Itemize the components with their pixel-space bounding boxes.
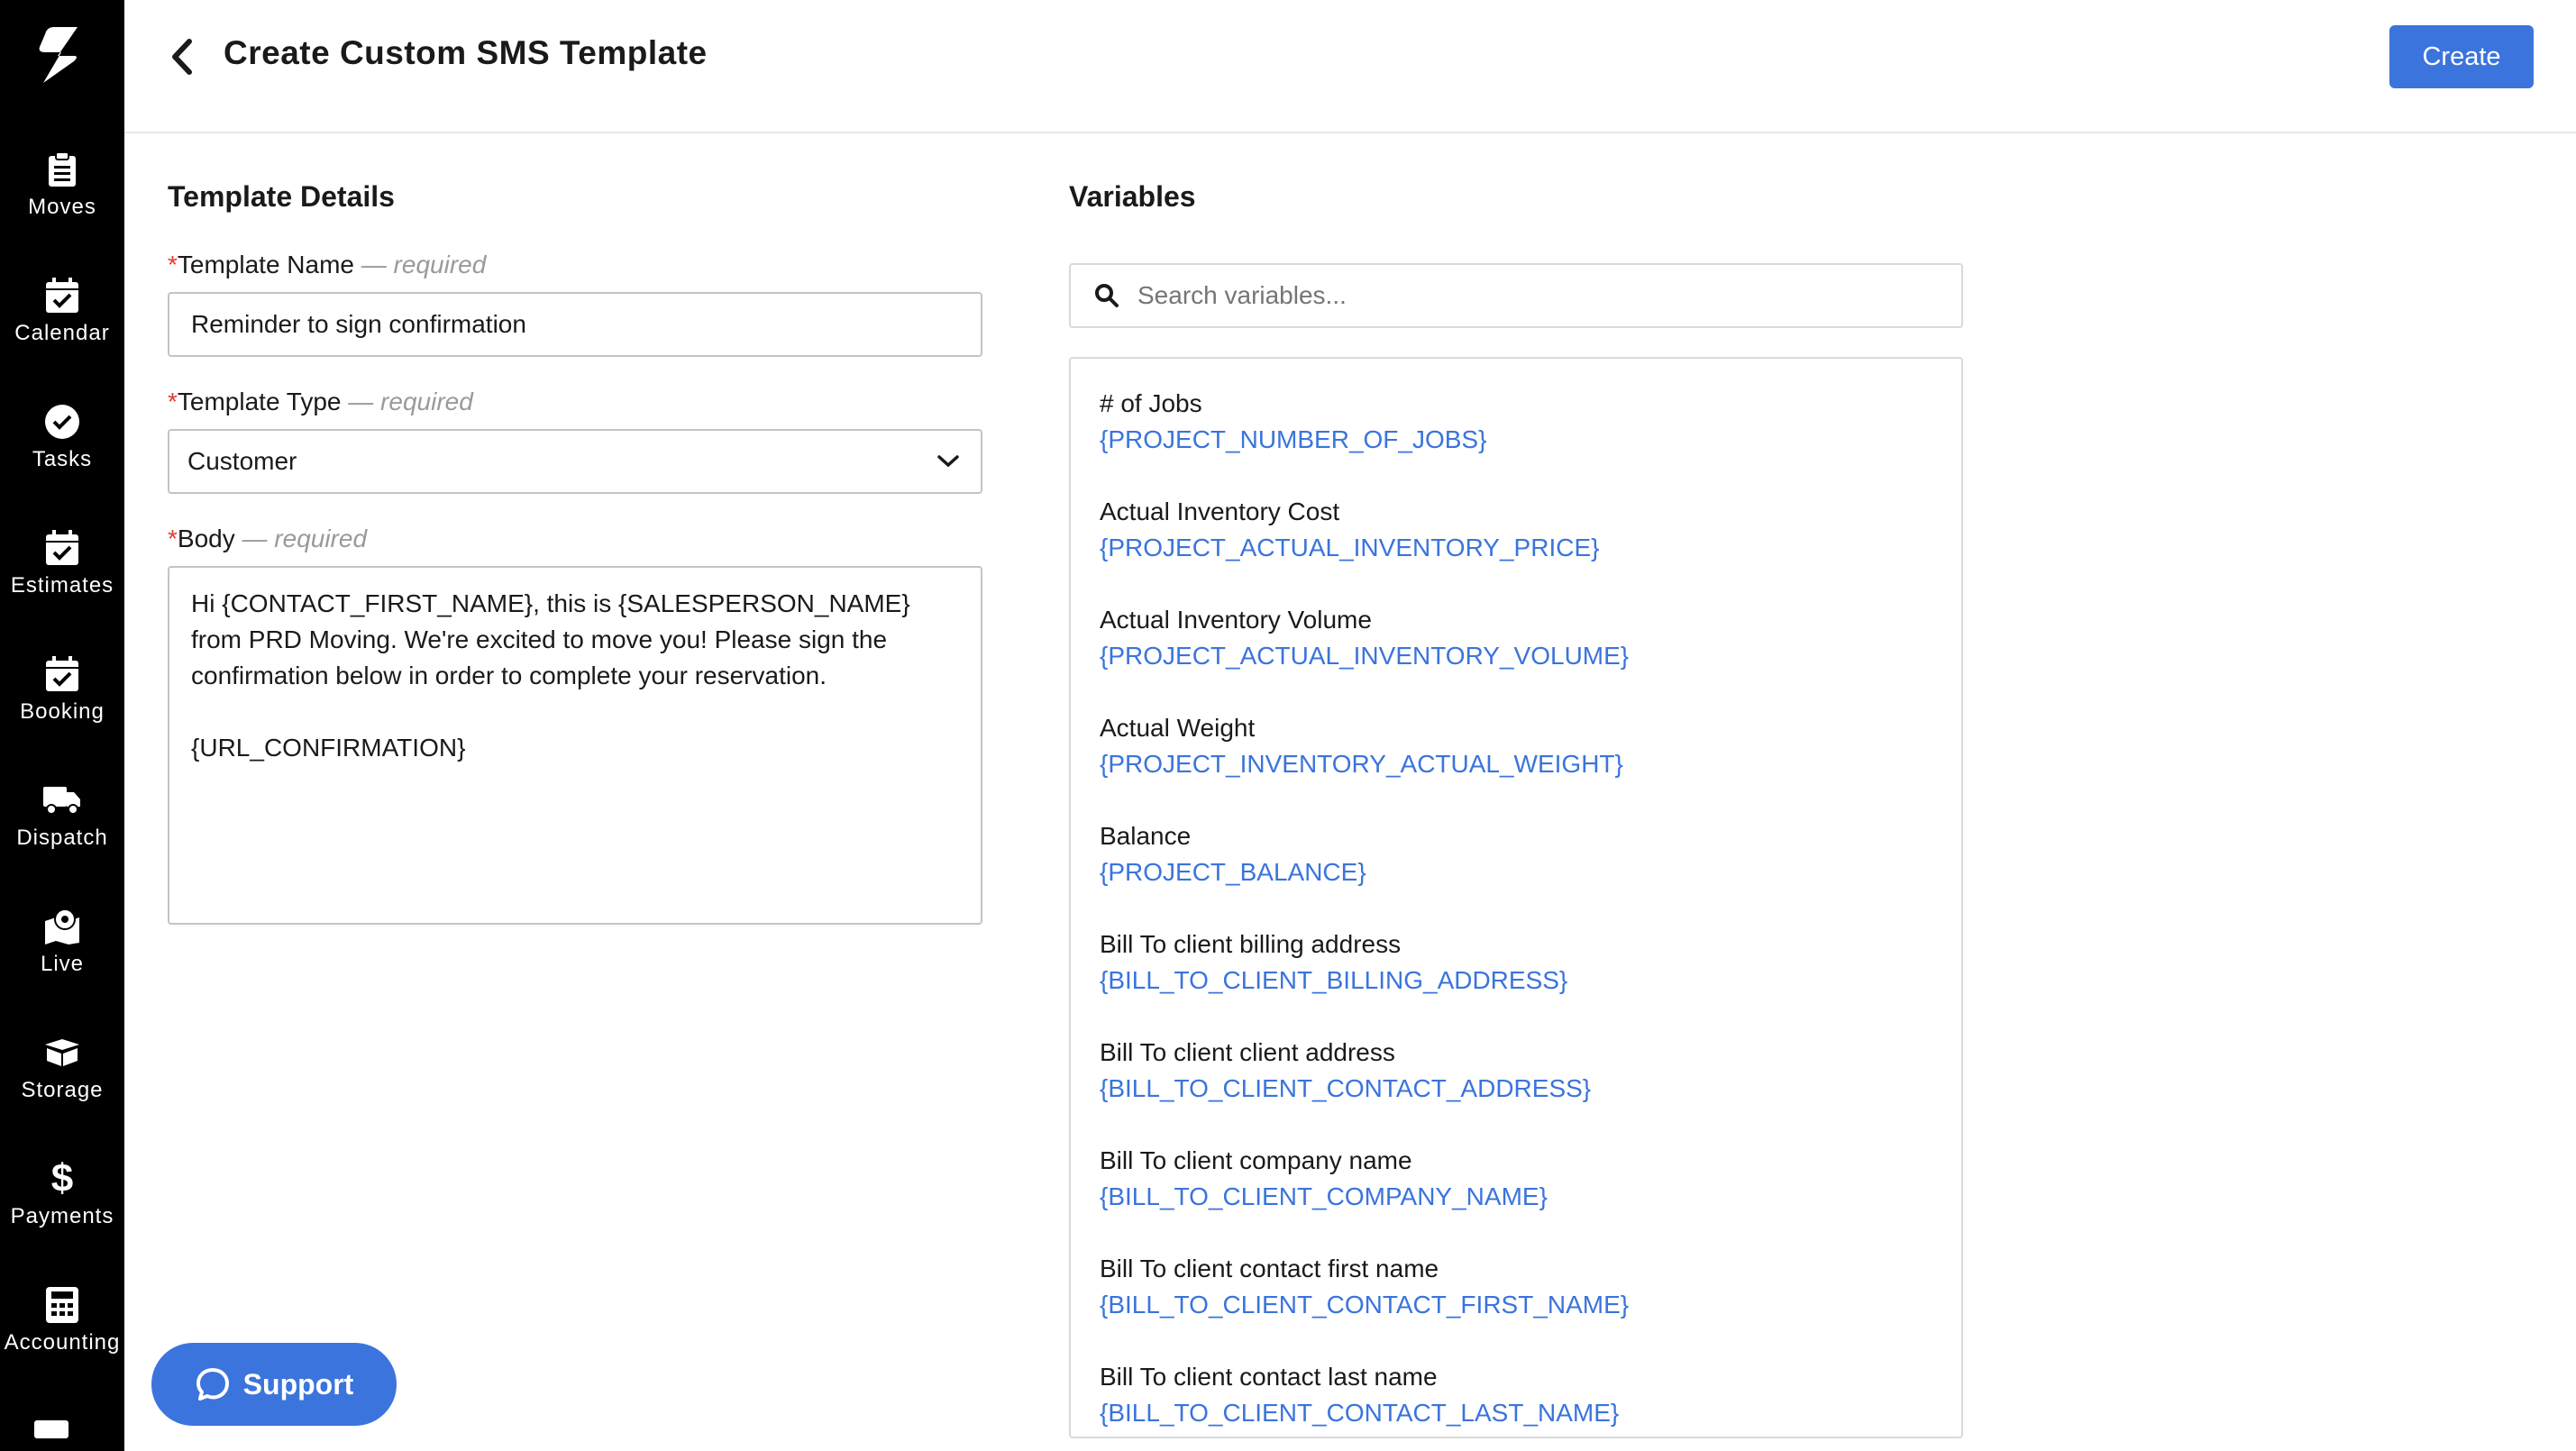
required-star: * xyxy=(168,388,178,415)
sidebar-more-icon[interactable] xyxy=(34,1420,69,1438)
variable-key-link[interactable]: {PROJECT_INVENTORY_ACTUAL_WEIGHT} xyxy=(1100,746,1623,782)
variable-name: Bill To client contact last name xyxy=(1100,1363,1438,1391)
variable-key-link[interactable]: {BILL_TO_CLIENT_COMPANY_NAME} xyxy=(1100,1179,1548,1215)
variable-key-link[interactable]: {PROJECT_NUMBER_OF_JOBS} xyxy=(1100,422,1486,458)
sidebar-item-moves[interactable]: Moves xyxy=(0,150,124,240)
variable-item[interactable]: Actual Inventory Cost {PROJECT_ACTUAL_IN… xyxy=(1100,494,1599,566)
required-star: * xyxy=(168,525,178,552)
sidebar-item-label: Moves xyxy=(28,195,96,219)
required-hint: — required xyxy=(348,388,473,415)
body-label: *Body — required xyxy=(168,525,367,553)
calendar-check-icon xyxy=(42,528,82,568)
calendar-check-icon xyxy=(42,654,82,694)
template-type-label-text: Template Type xyxy=(177,388,342,415)
required-hint: — required xyxy=(361,251,487,278)
sidebar-item-label: Payments xyxy=(10,1204,114,1228)
clipboard-icon xyxy=(42,150,82,189)
variable-key-link[interactable]: {PROJECT_ACTUAL_INVENTORY_PRICE} xyxy=(1100,530,1599,566)
sidebar-item-label: Dispatch xyxy=(16,826,108,850)
search-icon xyxy=(1095,284,1119,307)
body-value: Hi {CONTACT_FIRST_NAME}, this is {SALESP… xyxy=(191,589,910,762)
variable-item[interactable]: Bill To client company name {BILL_TO_CLI… xyxy=(1100,1143,1548,1215)
variable-item[interactable]: Balance {PROJECT_BALANCE} xyxy=(1100,818,1366,890)
variables-search-input[interactable] xyxy=(1137,281,1931,310)
page-title: Create Custom SMS Template xyxy=(224,34,708,71)
template-name-label: *Template Name — required xyxy=(168,251,486,279)
variable-name: Actual Inventory Volume xyxy=(1100,606,1372,634)
variable-name: Bill To client client address xyxy=(1100,1038,1395,1066)
variable-item[interactable]: Bill To client billing address {BILL_TO_… xyxy=(1100,926,1567,999)
calculator-icon xyxy=(42,1285,82,1325)
sidebar-item-label: Booking xyxy=(20,699,105,724)
truck-icon xyxy=(42,780,82,820)
variable-name: Bill To client contact first name xyxy=(1100,1255,1439,1282)
sidebar-item-label: Live xyxy=(40,952,85,976)
variable-key-link[interactable]: {PROJECT_ACTUAL_INVENTORY_VOLUME} xyxy=(1100,638,1629,674)
sidebar-item-label: Estimates xyxy=(10,573,114,598)
sidebar-item-label: Storage xyxy=(21,1078,104,1102)
variables-list: # of Jobs {PROJECT_NUMBER_OF_JOBS} Actua… xyxy=(1069,357,1963,1438)
dollar-icon: $ xyxy=(50,1156,74,1200)
body-label-text: Body xyxy=(177,525,235,552)
sidebar-item-accounting[interactable]: Accounting xyxy=(0,1285,124,1375)
variable-name: # of Jobs xyxy=(1100,389,1202,417)
box-icon xyxy=(42,1033,82,1072)
map-pin-icon xyxy=(42,907,82,946)
required-star: * xyxy=(168,251,178,278)
variable-key-link[interactable]: {BILL_TO_CLIENT_CONTACT_FIRST_NAME} xyxy=(1100,1287,1629,1323)
sidebar-item-label: Tasks xyxy=(32,447,93,471)
variable-name: Balance xyxy=(1100,822,1192,850)
variable-item[interactable]: Actual Weight {PROJECT_INVENTORY_ACTUAL_… xyxy=(1100,710,1623,782)
variables-search[interactable] xyxy=(1069,263,1963,328)
variable-item[interactable]: # of Jobs {PROJECT_NUMBER_OF_JOBS} xyxy=(1100,386,1486,458)
template-name-label-text: Template Name xyxy=(177,251,354,278)
variable-key-link[interactable]: {BILL_TO_CLIENT_CONTACT_LAST_NAME} xyxy=(1100,1395,1619,1431)
chevron-down-icon xyxy=(937,455,959,468)
variable-item[interactable]: Bill To client contact first name {BILL_… xyxy=(1100,1251,1629,1323)
variable-item[interactable]: Bill To client contact last name {BILL_T… xyxy=(1100,1359,1619,1431)
variable-name: Actual Weight xyxy=(1100,714,1256,742)
chat-bubble-icon xyxy=(196,1368,229,1401)
variable-key-link[interactable]: {BILL_TO_CLIENT_CONTACT_ADDRESS} xyxy=(1100,1071,1591,1107)
variable-key-link[interactable]: {PROJECT_BALANCE} xyxy=(1100,854,1366,890)
template-details-title: Template Details xyxy=(168,180,395,213)
body-textarea[interactable]: Hi {CONTACT_FIRST_NAME}, this is {SALESP… xyxy=(168,566,982,925)
required-hint: — required xyxy=(242,525,368,552)
variable-item[interactable]: Actual Inventory Volume {PROJECT_ACTUAL_… xyxy=(1100,602,1629,674)
variable-name: Bill To client company name xyxy=(1100,1146,1412,1174)
variable-item[interactable]: Bill To client client address {BILL_TO_C… xyxy=(1100,1035,1591,1107)
variable-key-link[interactable]: {BILL_TO_CLIENT_BILLING_ADDRESS} xyxy=(1100,963,1567,999)
page-header: Create Custom SMS Template Create xyxy=(124,0,2576,133)
template-name-input[interactable]: Reminder to sign confirmation xyxy=(168,292,982,357)
template-type-value: Customer xyxy=(187,447,297,475)
sidebar-item-storage[interactable]: Storage xyxy=(0,1033,124,1123)
sidebar-item-payments[interactable]: $ Payments xyxy=(0,1156,124,1249)
template-name-value: Reminder to sign confirmation xyxy=(191,310,526,338)
create-button[interactable]: Create xyxy=(2389,25,2534,88)
support-button[interactable]: Support xyxy=(151,1343,397,1426)
sidebar-item-booking[interactable]: Booking xyxy=(0,654,124,744)
sidebar-item-calendar[interactable]: Calendar xyxy=(0,276,124,366)
template-type-label: *Template Type — required xyxy=(168,388,473,416)
sidebar-item-live[interactable]: Live xyxy=(0,907,124,997)
app-logo-icon[interactable] xyxy=(22,25,103,85)
template-type-select[interactable]: Customer xyxy=(168,429,982,494)
back-arrow-icon[interactable] xyxy=(162,36,204,78)
sidebar-item-dispatch[interactable]: Dispatch xyxy=(0,780,124,871)
sidebar-item-estimates[interactable]: Estimates xyxy=(0,528,124,618)
sidebar-item-tasks[interactable]: Tasks xyxy=(0,402,124,492)
variables-title: Variables xyxy=(1069,180,1196,213)
check-circle-icon xyxy=(42,402,82,442)
variable-name: Actual Inventory Cost xyxy=(1100,497,1340,525)
sidebar: Moves Calendar Tasks Estimates Booking D… xyxy=(0,0,124,1451)
support-label: Support xyxy=(242,1367,354,1401)
variable-name: Bill To client billing address xyxy=(1100,930,1402,958)
calendar-check-icon xyxy=(42,276,82,315)
sidebar-item-label: Calendar xyxy=(14,321,110,345)
sidebar-item-label: Accounting xyxy=(4,1330,121,1355)
